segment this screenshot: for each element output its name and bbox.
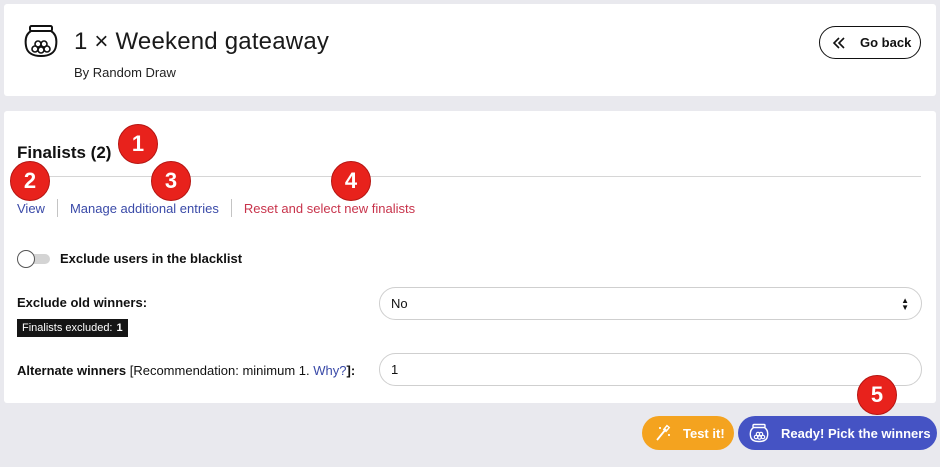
header-card: 1 × Weekend gateaway By Random Draw Go b… — [4, 4, 936, 96]
manage-entries-link[interactable]: Manage additional entries — [70, 201, 219, 216]
badge-label: Finalists excluded: — [22, 322, 113, 334]
select-arrows-icon: ▲ ▼ — [901, 296, 909, 312]
why-link[interactable]: Why? — [313, 363, 346, 378]
finalists-links: View Manage additional entries Reset and… — [17, 199, 415, 217]
alternate-winners-label: Alternate winners [Recommendation: minim… — [17, 363, 355, 378]
step-marker-2: 2 — [10, 161, 50, 201]
exclude-blacklist-label: Exclude users in the blacklist — [60, 251, 243, 266]
double-chevron-left-icon — [832, 36, 845, 49]
jar-icon — [24, 25, 58, 58]
exclude-old-winners-label: Exclude old winners: — [17, 295, 148, 310]
alternate-label-text: Alternate winners — [17, 363, 127, 378]
alternate-recommendation: [Recommendation: minimum 1. — [129, 363, 310, 378]
step-marker-1: 1 — [118, 124, 158, 164]
step-marker-5: 5 — [857, 375, 897, 415]
section-title: Finalists (2) — [17, 143, 112, 162]
step-marker-4: 4 — [331, 161, 371, 201]
alternate-winners-input[interactable] — [379, 353, 922, 386]
finalists-excluded-badge: Finalists excluded: 1 — [17, 319, 128, 337]
page-title: 1 × Weekend gateaway — [74, 28, 330, 55]
go-back-label: Go back — [860, 35, 912, 50]
step-marker-3: 3 — [151, 161, 191, 201]
toggle-knob — [17, 250, 35, 268]
test-it-label: Test it! — [683, 425, 725, 441]
jar-icon — [749, 423, 769, 443]
reset-finalists-link[interactable]: Reset and select new finalists — [244, 201, 415, 216]
pick-winners-button[interactable]: Ready! Pick the winners — [738, 416, 937, 450]
badge-count: 1 — [116, 322, 123, 334]
pick-winners-label: Ready! Pick the winners — [781, 425, 931, 441]
select-value: No — [391, 296, 408, 311]
link-separator — [230, 199, 232, 217]
alternate-close: ]: — [346, 363, 356, 378]
exclude-old-winners-select[interactable]: No ▲ ▼ — [379, 287, 922, 320]
view-link[interactable]: View — [17, 201, 45, 216]
test-it-button[interactable]: Test it! — [642, 416, 734, 450]
go-back-button[interactable]: Go back — [819, 26, 921, 59]
exclude-blacklist-toggle[interactable] — [17, 250, 51, 268]
magic-wand-icon — [656, 424, 671, 441]
link-separator — [56, 199, 58, 217]
page-subtitle: By Random Draw — [74, 65, 176, 80]
